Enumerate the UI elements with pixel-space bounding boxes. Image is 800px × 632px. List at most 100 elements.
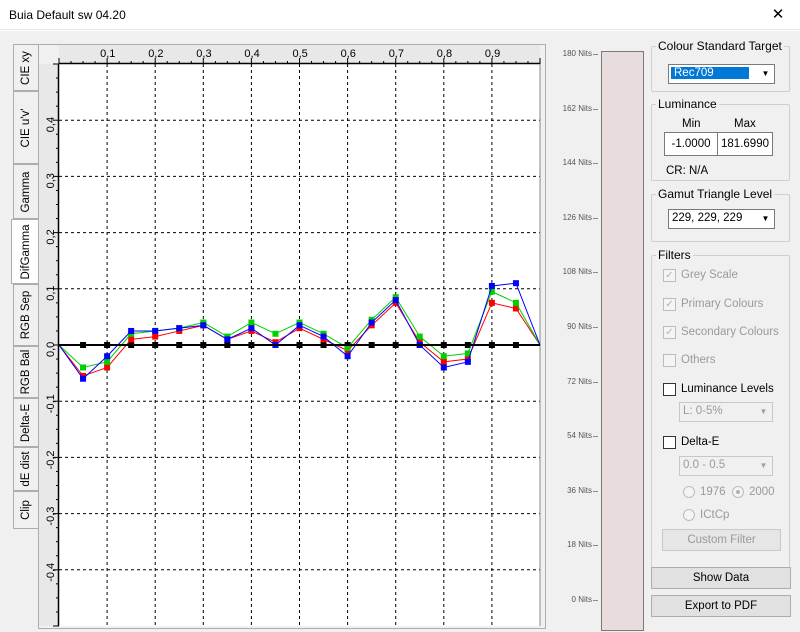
nits-label: 72 Nits — [567, 376, 592, 386]
secondary-colours-checkbox[interactable]: ✓ — [663, 326, 676, 339]
luminance-max-label: Max — [734, 118, 756, 130]
tab-rgb-bal[interactable]: RGB Bal — [13, 346, 38, 398]
nits-tick — [593, 545, 598, 547]
chevron-down-icon: ▼ — [759, 407, 768, 416]
colour-standard-legend: Colour Standard Target — [658, 39, 782, 53]
nits-tick — [593, 272, 598, 274]
y-tick-label: -0,2 — [45, 450, 57, 469]
luminance-min-label: Min — [682, 118, 701, 130]
tab-label: Gamma — [20, 171, 32, 212]
series-2-point — [416, 333, 423, 340]
client-area: CIE xy CIE u'v' Gamma DifGamma RGB Sep R… — [0, 31, 800, 632]
primary-colours-checkbox[interactable]: ✓ — [663, 298, 676, 311]
contrast-ratio: CR: N/A — [666, 165, 709, 177]
gamut-value: 229, 229, 229 — [672, 212, 743, 224]
nits-label: 90 Nits — [567, 322, 592, 331]
filters-legend: Filters — [658, 248, 691, 262]
grey-scale-checkbox[interactable]: ✓ — [663, 269, 676, 282]
series-3-point — [512, 280, 519, 287]
radio-2000[interactable] — [732, 486, 744, 498]
radio-ictcp[interactable] — [683, 509, 695, 521]
plot-frame: 0,1 0,2 0,3 0,4 0,5 0,6 0,7 0,8 0,9 0,4 0,3 0,2 0,1 0… — [38, 44, 546, 629]
export-pdf-button[interactable]: Export to PDF — [651, 595, 791, 617]
chevron-down-icon: ▼ — [759, 461, 768, 470]
tab-label: RGB Sep — [20, 290, 32, 340]
custom-filter-button[interactable]: Custom Filter — [662, 529, 781, 551]
series-3-point — [440, 364, 447, 371]
others-checkbox[interactable] — [663, 354, 676, 367]
x-tick-label: 0,5 — [293, 48, 308, 60]
x-tick-label: 0,2 — [148, 48, 163, 60]
luminance-levels-checkbox[interactable] — [663, 383, 676, 396]
nits-label: 180 Nits — [562, 49, 592, 58]
tab-gamma[interactable]: Gamma — [13, 164, 38, 219]
series-1-point — [104, 364, 111, 371]
luminance-levels-select[interactable]: L: 0-5% ▼ — [679, 402, 773, 422]
tab-rgb-sep[interactable]: RGB Sep — [13, 284, 38, 346]
radio-1976-label: 1976 — [700, 486, 726, 498]
grey-scale-label: Grey Scale — [681, 269, 738, 281]
difgamma-chart: 0,1 0,2 0,3 0,4 0,5 0,6 0,7 0,8 0,9 0,4 0,3 0,2 0,1 0… — [39, 45, 541, 627]
series-3-point — [224, 336, 231, 343]
series-2-point — [272, 330, 279, 337]
nits-tick — [593, 108, 598, 110]
series-1-point — [128, 336, 135, 343]
radio-1976[interactable] — [683, 486, 695, 498]
radio-ictcp-label: ICtCp — [700, 509, 730, 521]
tab-difgamma[interactable]: DifGamma — [11, 219, 39, 284]
series-2-point — [248, 319, 255, 326]
nits-label: 108 Nits — [562, 267, 592, 277]
x-tick-label: 0,4 — [244, 48, 259, 60]
tab-clip[interactable]: Clip — [13, 491, 38, 529]
series-2-point — [440, 353, 447, 360]
series-3-point — [80, 375, 87, 382]
nits-tick — [593, 490, 598, 492]
nits-label: 162 Nits — [562, 103, 592, 113]
luminance-levels-label: Luminance Levels — [681, 383, 774, 395]
series-3-point — [128, 327, 135, 334]
series-3-point — [320, 333, 327, 340]
tab-label: Delta-E — [20, 403, 32, 442]
nits-tick — [593, 600, 598, 601]
nits-tick — [593, 436, 598, 438]
tab-delta-e[interactable]: Delta-E — [13, 398, 38, 447]
colour-standard-select[interactable]: Rec709 ▼ — [668, 64, 775, 84]
tab-label: CIE xy — [20, 50, 32, 85]
x-tick-label: 0,6 — [341, 48, 356, 60]
tab-cie-uv[interactable]: CIE u'v' — [13, 91, 38, 164]
y-tick-label: 0,4 — [45, 117, 57, 132]
x-tick-label: 0,8 — [437, 48, 452, 60]
others-label: Others — [681, 354, 716, 366]
gamut-legend: Gamut Triangle Level — [658, 187, 773, 201]
nits-label: 126 Nits — [562, 212, 592, 222]
chevron-down-icon: ▼ — [761, 214, 770, 223]
primary-colours-label: Primary Colours — [681, 298, 764, 310]
delta-e-value: 0.0 - 0.5 — [683, 459, 726, 471]
delta-e-checkbox[interactable] — [663, 436, 676, 449]
tab-cie-xy[interactable]: CIE xy — [13, 44, 38, 91]
series-3-point — [296, 322, 303, 329]
nits-tick — [593, 163, 598, 165]
close-icon[interactable]: ✕ — [756, 0, 800, 30]
x-tick-label: 0,9 — [485, 48, 500, 60]
series-3-point — [344, 353, 351, 360]
series-3-point — [152, 327, 159, 334]
luminance-levels-value: L: 0-5% — [683, 405, 723, 417]
series-3-point — [464, 358, 471, 365]
radio-2000-label: 2000 — [749, 486, 775, 498]
series-3-point — [200, 322, 207, 329]
y-tick-label: 0,2 — [45, 229, 57, 244]
tab-de-dist[interactable]: dE dist — [13, 447, 38, 491]
series-3-point — [248, 325, 255, 332]
delta-e-select[interactable]: 0.0 - 0.5 ▼ — [679, 456, 773, 476]
nits-label: 36 Nits — [567, 485, 592, 495]
series-2-point — [512, 299, 519, 306]
show-data-button[interactable]: Show Data — [651, 567, 791, 589]
x-tick-label: 0,3 — [196, 48, 211, 60]
tab-label: RGB Bal — [20, 349, 32, 395]
series-3-point — [104, 353, 111, 360]
gamut-select[interactable]: 229, 229, 229 ▼ — [668, 209, 775, 229]
nits-tick — [593, 217, 598, 219]
chevron-down-icon: ▼ — [761, 69, 770, 78]
nits-label: 18 Nits — [567, 540, 592, 550]
